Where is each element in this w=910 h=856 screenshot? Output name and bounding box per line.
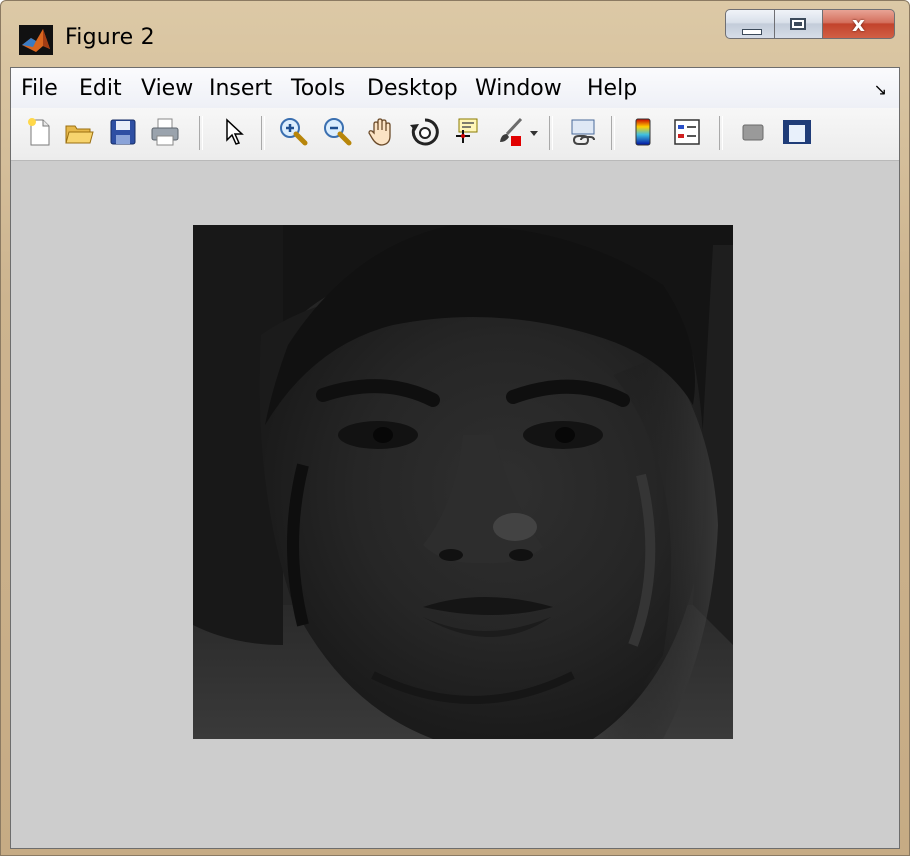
- close-icon: x: [852, 12, 865, 36]
- figure-window: Figure 2 x File Edit View Insert Tools D…: [0, 0, 910, 856]
- minimize-icon: [742, 29, 762, 35]
- edit-plot-cursor-icon[interactable]: [217, 116, 249, 148]
- brush-icon[interactable]: [495, 116, 527, 148]
- insert-colorbar-icon[interactable]: [627, 116, 659, 148]
- matlab-logo-icon: [19, 25, 53, 55]
- toolbar-separator: [549, 116, 553, 150]
- new-figure-icon[interactable]: [23, 116, 55, 148]
- menu-desktop[interactable]: Desktop: [367, 76, 458, 101]
- title-bar[interactable]: Figure 2 x: [1, 1, 909, 67]
- menu-tools[interactable]: Tools: [291, 76, 345, 101]
- data-cursor-icon[interactable]: [451, 116, 483, 148]
- brush-dropdown-icon[interactable]: [527, 116, 541, 148]
- link-plot-icon[interactable]: [567, 116, 599, 148]
- open-file-icon[interactable]: [63, 116, 95, 148]
- figure-toolbar: [11, 108, 899, 161]
- dock-figure-icon[interactable]: ↘: [874, 80, 887, 99]
- maximize-icon: [790, 18, 806, 30]
- menu-window[interactable]: Window: [475, 76, 562, 101]
- window-title: Figure 2: [65, 25, 155, 50]
- toolbar-separator: [611, 116, 615, 150]
- show-plot-tools-icon[interactable]: [781, 116, 813, 148]
- menu-view[interactable]: View: [141, 76, 193, 101]
- rotate-3d-icon[interactable]: [409, 116, 441, 148]
- menu-help[interactable]: Help: [587, 76, 637, 101]
- save-figure-icon[interactable]: [107, 116, 139, 148]
- menu-insert[interactable]: Insert: [209, 76, 272, 101]
- hide-plot-tools-icon[interactable]: [737, 116, 769, 148]
- minimize-button[interactable]: [725, 9, 775, 39]
- close-button[interactable]: x: [823, 9, 895, 39]
- menu-bar: File Edit View Insert Tools Desktop Wind…: [11, 68, 899, 109]
- window-controls: x: [725, 9, 895, 41]
- figure-client-area: File Edit View Insert Tools Desktop Wind…: [10, 67, 900, 849]
- insert-legend-icon[interactable]: [671, 116, 703, 148]
- menu-edit[interactable]: Edit: [79, 76, 122, 101]
- print-figure-icon[interactable]: [149, 116, 181, 148]
- figure-canvas[interactable]: [11, 161, 899, 848]
- zoom-in-icon[interactable]: [277, 116, 309, 148]
- menu-file[interactable]: File: [21, 76, 58, 101]
- pan-hand-icon[interactable]: [365, 116, 397, 148]
- toolbar-separator: [199, 116, 203, 150]
- maximize-button[interactable]: [775, 9, 823, 39]
- grayscale-face-image: [193, 225, 733, 739]
- toolbar-separator: [719, 116, 723, 150]
- toolbar-separator: [261, 116, 265, 150]
- zoom-out-icon[interactable]: [321, 116, 353, 148]
